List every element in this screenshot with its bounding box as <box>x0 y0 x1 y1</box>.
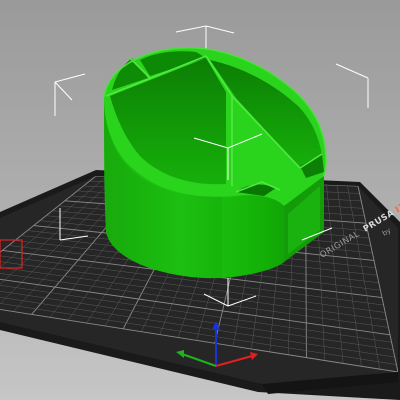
scene-canvas[interactable]: ORIGINAL PRUSA I3 by <box>0 0 400 400</box>
3d-viewport[interactable]: ORIGINAL PRUSA I3 by <box>0 0 400 400</box>
pen-holder-model[interactable] <box>103 47 327 279</box>
brand-suffix: I3 <box>394 202 400 216</box>
